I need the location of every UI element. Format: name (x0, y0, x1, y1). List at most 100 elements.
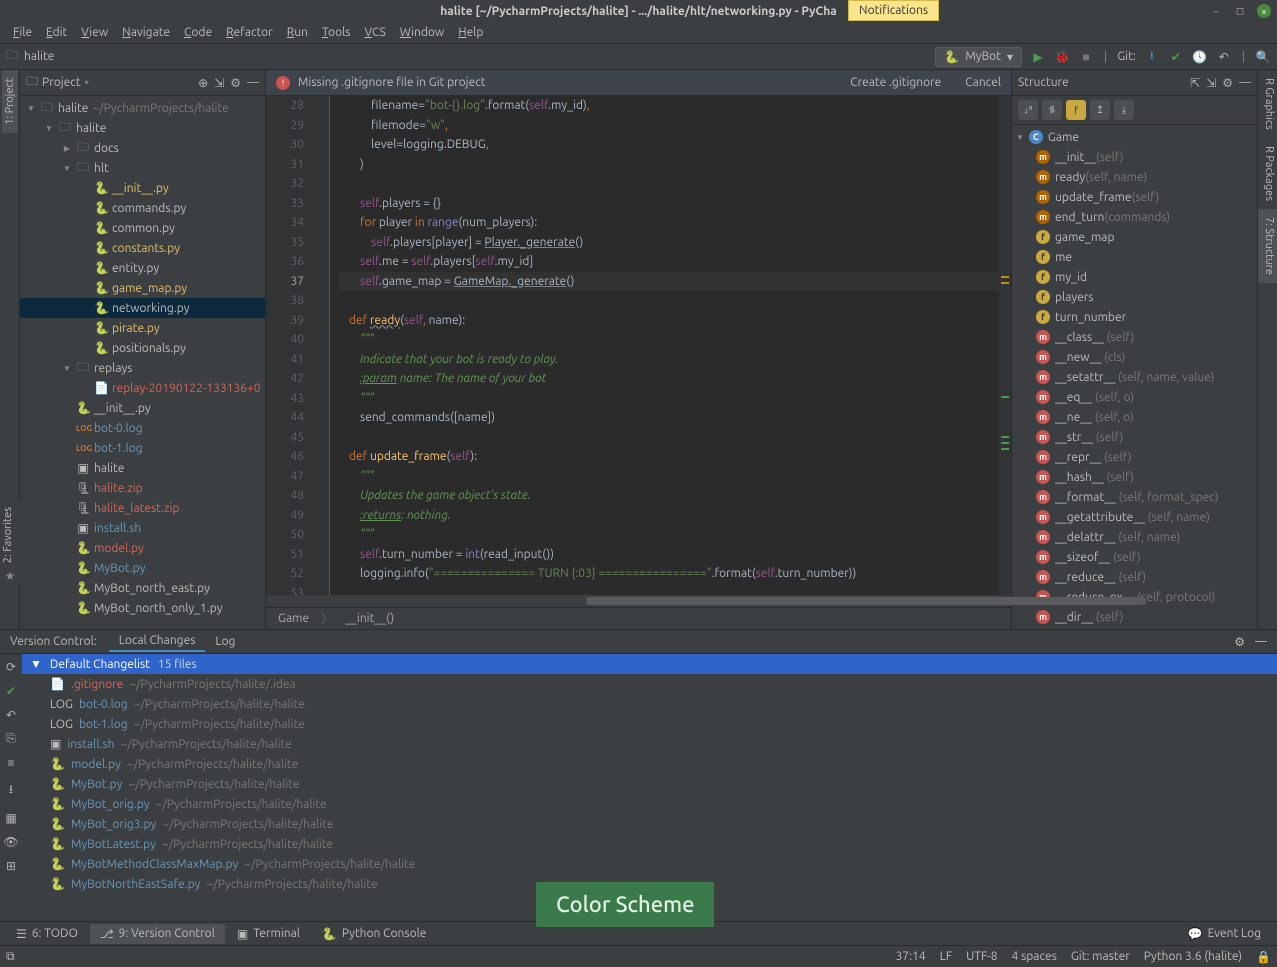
git-branch[interactable]: Git: master (1071, 950, 1130, 964)
tree-item[interactable]: 🐍commands.py (20, 198, 265, 218)
tree-item[interactable]: 🗜halite.zip (20, 478, 265, 498)
structure-item[interactable]: fplayers (1012, 287, 1257, 307)
tree-item[interactable]: 🐍common.py (20, 218, 265, 238)
crumb-item[interactable]: __init__() (345, 612, 394, 625)
tree-item[interactable]: ▣halite (20, 458, 265, 478)
lock-icon[interactable]: 🔒 (1256, 950, 1271, 964)
editor-gutter[interactable]: 2829303132333435363738394041424344454647… (266, 96, 316, 595)
expand-icon[interactable]: ⇱ (1190, 76, 1200, 90)
event-log-tab[interactable]: 💬 Event Log (1178, 924, 1271, 944)
structure-tab[interactable]: 7: Structure (1258, 209, 1277, 283)
windows-icon[interactable]: ⧉ (6, 950, 15, 964)
tab-local-changes[interactable]: Local Changes (109, 631, 206, 652)
hide-icon[interactable]: — (247, 76, 259, 90)
structure-item[interactable]: mupdate_frame(self) (1012, 187, 1257, 207)
structure-item[interactable]: fmy_id (1012, 267, 1257, 287)
group-icon[interactable]: ▦ (5, 811, 16, 825)
collapse-icon[interactable]: ⇲ (214, 76, 224, 90)
hide-icon[interactable]: — (1239, 76, 1251, 90)
tree-item[interactable]: 🐍model.py (20, 538, 265, 558)
editor-horizontal-scrollbar[interactable] (266, 595, 1011, 607)
tree-item[interactable]: ▼🗀replays (20, 358, 265, 378)
structure-item[interactable]: mready(self, name) (1012, 167, 1257, 187)
changed-file[interactable]: 🐍MyBot_orig3.py ~/PycharmProjects/halite… (22, 814, 1277, 834)
terminal-tab[interactable]: ▣ Terminal (227, 924, 310, 944)
tree-item[interactable]: ▼🗀hlt (20, 158, 265, 178)
error-stripe[interactable] (999, 96, 1011, 595)
chevron-down-icon[interactable]: ▾ (85, 78, 89, 87)
structure-item[interactable]: m__eq__ (self, o) (1012, 387, 1257, 407)
tree-item[interactable]: 🐍pirate.py (20, 318, 265, 338)
changed-file[interactable]: 🐍model.py ~/PycharmProjects/halite/halit… (22, 754, 1277, 774)
menu-code[interactable]: Code (177, 24, 219, 41)
structure-item[interactable]: m__delattr__ (self, name) (1012, 527, 1257, 547)
structure-item[interactable]: m__class__ (self) (1012, 327, 1257, 347)
tree-item[interactable]: 🐍networking.py (20, 298, 265, 318)
run-icon[interactable]: ▶ (1030, 49, 1046, 65)
autoscroll-icon[interactable]: ⤓ (1114, 100, 1134, 120)
debug-icon[interactable]: 🐞 (1054, 49, 1070, 65)
shelve-icon[interactable]: ⭳ (9, 780, 13, 801)
gear-icon[interactable]: ⚙ (1234, 635, 1245, 649)
structure-item[interactable]: m__hash__ (self) (1012, 467, 1257, 487)
changed-file[interactable]: 📄.gitignore ~/PycharmProjects/halite/.id… (22, 674, 1277, 694)
menu-run[interactable]: Run (280, 24, 315, 41)
caret-position[interactable]: 37:14 (896, 950, 926, 964)
tree-item[interactable]: 🐍MyBot_north_only_1.py (20, 598, 265, 618)
vcs-changelist[interactable]: ▼ Default Changelist 15 files 📄.gitignor… (22, 654, 1277, 921)
changed-file[interactable]: 🐍MyBotMethodClassMaxMap.py ~/PycharmProj… (22, 854, 1277, 874)
search-icon[interactable]: 🔍 (1255, 49, 1271, 65)
menu-window[interactable]: Window (393, 24, 451, 41)
structure-item[interactable]: fgame_map (1012, 227, 1257, 247)
vcs-tab[interactable]: ⎇ 9: Version Control (90, 924, 225, 944)
interpreter[interactable]: Python 3.6 (halite) (1144, 950, 1242, 964)
r-packages-tab[interactable]: R Packages (1258, 138, 1277, 209)
tree-item[interactable]: ▼🗀halite ~/PycharmProjects/halite (20, 98, 265, 118)
breadcrumb-item[interactable]: halite (24, 50, 54, 63)
maximize-icon[interactable]: ◻ (1233, 4, 1247, 18)
structure-item[interactable]: m__ne__ (self, o) (1012, 407, 1257, 427)
indent[interactable]: 4 spaces (1012, 950, 1057, 964)
commit-icon[interactable]: ✔ (6, 684, 16, 698)
project-toolwindow-tab[interactable]: 1: Project (2, 70, 18, 133)
notifications-badge[interactable]: Notifications (848, 0, 939, 21)
changed-file[interactable]: 🐍MyBot_orig.py ~/PycharmProjects/halite/… (22, 794, 1277, 814)
tree-item[interactable]: ▣install.sh (20, 518, 265, 538)
tree-item[interactable]: LOGbot-0.log (20, 418, 265, 438)
structure-item[interactable]: m__repr__ (self) (1012, 447, 1257, 467)
structure-item[interactable]: m__init__(self) (1012, 147, 1257, 167)
fold-gutter[interactable] (316, 96, 330, 595)
menu-refactor[interactable]: Refactor (219, 24, 280, 41)
locate-icon[interactable]: ⊕ (198, 76, 208, 90)
git-history-icon[interactable]: 🕓 (1192, 49, 1208, 65)
tree-item[interactable]: 🐍entity.py (20, 258, 265, 278)
tree-item[interactable]: LOGbot-1.log (20, 438, 265, 458)
menu-view[interactable]: View (74, 24, 115, 41)
rollback-icon[interactable]: ↶ (6, 708, 16, 722)
tree-item[interactable]: ▼🗀halite (20, 118, 265, 138)
sort-visibility-icon[interactable]: ⥮ (1042, 100, 1062, 120)
refresh-icon[interactable]: ⟳ (6, 660, 16, 674)
structure-item[interactable]: m__str__ (self) (1012, 427, 1257, 447)
structure-item[interactable]: m__new__ (cls) (1012, 347, 1257, 367)
structure-tree[interactable]: ▼CGame m__init__(self)mready(self, name)… (1012, 125, 1257, 629)
structure-item[interactable]: fturn_number (1012, 307, 1257, 327)
changed-file[interactable]: 🐍MyBotLatest.py ~/PycharmProjects/halite… (22, 834, 1277, 854)
menu-navigate[interactable]: Navigate (115, 24, 177, 41)
structure-item[interactable]: m__sizeof__ (self) (1012, 547, 1257, 567)
expand-all-icon[interactable]: ⊞ (6, 859, 16, 873)
changed-file[interactable]: ▣install.sh ~/PycharmProjects/halite/hal… (22, 734, 1277, 754)
structure-item[interactable]: m__reduce__ (self) (1012, 567, 1257, 587)
structure-item[interactable]: fme (1012, 247, 1257, 267)
tree-item[interactable]: 🐍constants.py (20, 238, 265, 258)
gear-icon[interactable]: ⚙ (230, 76, 241, 90)
close-icon[interactable]: × (1257, 4, 1271, 18)
preview-icon[interactable]: 👁 (3, 835, 18, 849)
git-update-icon[interactable]: ⭳ (1144, 49, 1160, 65)
show-fields-icon[interactable]: f (1066, 100, 1086, 120)
crumb-item[interactable]: Game (278, 612, 309, 625)
tree-item[interactable]: 🐍MyBot.py (20, 558, 265, 578)
encoding[interactable]: UTF-8 (966, 950, 997, 964)
menu-help[interactable]: Help (451, 24, 490, 41)
changed-file[interactable]: 🐍MyBot.py ~/PycharmProjects/halite/halit… (22, 774, 1277, 794)
